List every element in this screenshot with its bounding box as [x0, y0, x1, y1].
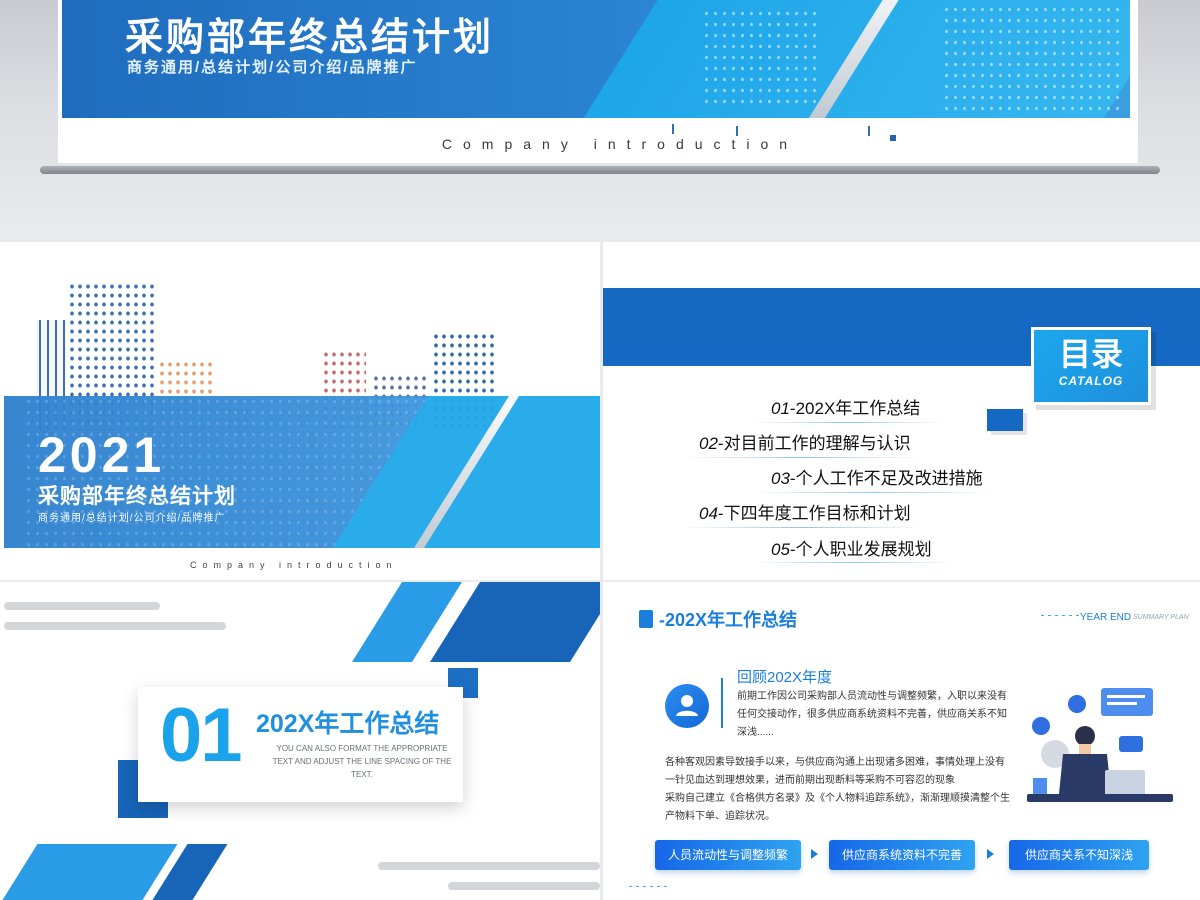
catalog-title-en: CATALOG — [1058, 374, 1124, 388]
catalog-item-number: 05 — [771, 540, 790, 559]
hero-slide: 采购部年终总结计划 商务通用/总结计划/公司介绍/品牌推广 Company in… — [0, 0, 1200, 240]
pill-supplier-relationship: 供应商关系不知深浅 — [1009, 840, 1149, 870]
catalog-item-02[interactable]: 02-对目前工作的理解与认识 — [699, 429, 911, 454]
support-agent-illustration — [1027, 688, 1173, 802]
pill-staff-turnover: 人员流动性与调整频繁 — [655, 840, 801, 870]
user-icon — [665, 684, 709, 728]
blue-parallelogram-bottom — [0, 844, 178, 900]
arrow-right-icon — [987, 849, 994, 859]
review-slide: -202X年工作总结 YEAR END SUMMARY PLAN 回顾202X年… — [603, 582, 1200, 900]
catalog-divider — [753, 562, 953, 563]
catalog-item-01[interactable]: 01-202X年工作总结 — [771, 394, 920, 419]
review-paragraph-2: 各种客观因素导致接手以来，与供应商沟通上出现诸多困难，事情处理上没有一针见血达到… — [665, 757, 1005, 786]
gray-bar — [448, 882, 600, 890]
hero-english-caption: Company introduction — [441, 136, 799, 152]
catalog-item-number: 01 — [771, 399, 790, 418]
section-title: 202X年工作总结 — [256, 710, 440, 738]
catalog-item-label: -202X年工作总结 — [789, 399, 921, 418]
review-heading: 回顾202X年度 — [737, 669, 833, 686]
catalog-item-04[interactable]: 04-下四年度工作目标和计划 — [699, 499, 911, 524]
catalog-title-box: 目录 CATALOG — [1031, 327, 1151, 405]
hero-tick — [672, 124, 674, 134]
dots-deco — [1039, 614, 1079, 617]
hero-tick — [736, 126, 738, 136]
review-paragraph-3: 采购自己建立《合格供方名录》及《个人物料追踪系统》，渐渐理顺摸清整个生产物料下单… — [665, 793, 1010, 822]
accent-line — [721, 678, 723, 728]
section-number: 01 — [160, 693, 243, 778]
catalog-item-number: 02 — [699, 434, 718, 453]
hero-dots-texture — [702, 8, 822, 108]
summary-plan-label: SUMMARY PLAN — [1133, 614, 1189, 621]
review-title: -202X年工作总结 — [659, 610, 798, 630]
hero-title: 采购部年终总结计划 — [125, 17, 495, 59]
book-icon — [639, 610, 653, 628]
catalog-item-number: 03 — [771, 469, 790, 488]
cover-title: 采购部年终总结计划 — [38, 485, 236, 508]
ppt-template-preview: 采购部年终总结计划 商务通用/总结计划/公司介绍/品牌推广 Company in… — [0, 0, 1200, 900]
cover-year: 2021 — [38, 427, 166, 483]
cover-slide: 2021 采购部年终总结计划 商务通用/总结计划/公司介绍/品牌推广 Compa… — [0, 242, 600, 580]
section-slide: 01 202X年工作总结 YOU CAN ALSO FORMAT THE APP… — [0, 582, 600, 900]
hero-subtitle: 商务通用/总结计划/公司介绍/品牌推广 — [127, 59, 418, 76]
pill-supplier-data: 供应商系统资料不完善 — [829, 840, 975, 870]
catalog-divider — [753, 422, 943, 423]
hero-rail — [40, 166, 1160, 174]
catalog-item-label: -下四年度工作目标和计划 — [717, 504, 911, 523]
cover-subtitle: 商务通用/总结计划/公司介绍/品牌推广 — [38, 513, 226, 524]
catalog-item-05[interactable]: 05-个人职业发展规划 — [771, 535, 932, 560]
review-paragraph-group: 各种客观因素导致接手以来，与供应商沟通上出现诸多困难，事情处理上没有一针见血达到… — [665, 754, 1011, 826]
catalog-divider — [753, 492, 993, 493]
catalog-item-03[interactable]: 03-个人工作不足及改进措施 — [771, 464, 983, 489]
dark-blue-parallelogram — [430, 582, 600, 662]
catalog-slide: 目录 CATALOG 01-202X年工作总结 02-对目前工作的理解与认识 0… — [603, 242, 1200, 580]
cover-english-caption: Company introduction — [190, 560, 398, 570]
catalog-title-zh: 目录 — [1058, 336, 1123, 372]
year-end-label: YEAR END — [1080, 612, 1132, 623]
gray-bar — [378, 862, 600, 870]
dots-deco-bottom — [627, 885, 667, 888]
arrow-right-icon — [811, 849, 818, 859]
catalog-square-deco — [987, 409, 1023, 431]
catalog-item-label: -对目前工作的理解与认识 — [717, 434, 911, 453]
hero-tick — [868, 126, 870, 136]
gray-bar — [4, 602, 160, 610]
review-paragraph-1: 前期工作因公司采购部人员流动性与调整频繁，入职以来没有任何交接动作，很多供应商系… — [737, 691, 1007, 738]
catalog-item-label: -个人职业发展规划 — [789, 540, 932, 559]
hero-dots-texture-right — [942, 4, 1122, 114]
catalog-divider — [683, 457, 923, 458]
catalog-divider — [683, 527, 923, 528]
catalog-item-number: 04 — [699, 504, 718, 523]
gray-bar — [4, 622, 226, 630]
catalog-item-label: -个人工作不足及改进措施 — [789, 469, 983, 488]
section-description: YOU CAN ALSO FORMAT THE APPROPRIATE TEXT… — [272, 744, 452, 779]
